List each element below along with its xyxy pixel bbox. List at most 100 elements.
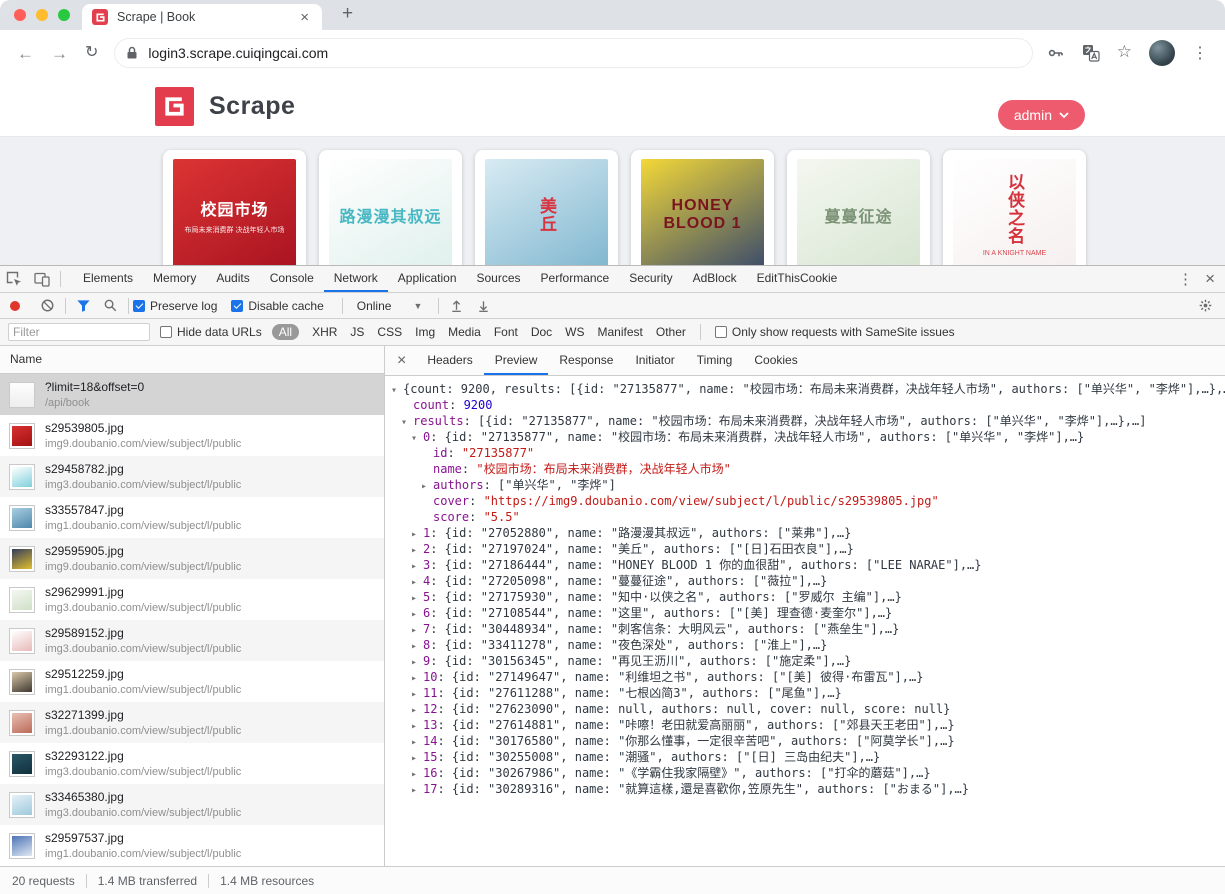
devtools-tab-performance[interactable]: Performance: [531, 266, 620, 292]
tree-toggle-icon[interactable]: ▸: [411, 783, 423, 797]
devtools-tab-elements[interactable]: Elements: [73, 266, 143, 292]
detail-tab-preview[interactable]: Preview: [483, 346, 549, 375]
request-row[interactable]: s29595905.jpg img9.doubanio.com/view/subj…: [0, 538, 384, 579]
tree-toggle-icon[interactable]: ▸: [411, 639, 423, 653]
devtools-tab-network[interactable]: Network: [323, 266, 388, 292]
devtools-menu-icon[interactable]: ⋮: [1178, 266, 1193, 292]
bookmark-star-icon[interactable]: ☆: [1117, 42, 1132, 62]
book-cover-card[interactable]: 校园市场 布局未来消费群 决战年轻人市场: [163, 150, 306, 265]
tree-toggle-icon[interactable]: ▸: [411, 751, 423, 765]
filter-type-js[interactable]: JS: [350, 325, 364, 339]
browser-tab[interactable]: Scrape | Book ×: [82, 4, 322, 30]
filter-type-font[interactable]: Font: [494, 325, 518, 339]
request-row[interactable]: s29629991.jpg img3.doubanio.com/view/subj…: [0, 579, 384, 620]
tree-toggle-icon[interactable]: ▸: [411, 527, 423, 541]
devtools-tab-sources[interactable]: Sources: [467, 266, 531, 292]
close-detail-icon[interactable]: ×: [385, 352, 416, 370]
filter-type-all[interactable]: All: [271, 324, 300, 340]
throttling-dropdown[interactable]: Online ▼: [357, 299, 423, 313]
inspect-element-icon[interactable]: [6, 271, 22, 287]
request-row[interactable]: s33465380.jpg img3.doubanio.com/view/subj…: [0, 784, 384, 825]
record-icon[interactable]: [10, 300, 20, 311]
tree-toggle-icon[interactable]: ▸: [411, 575, 423, 589]
request-row[interactable]: s29597537.jpg img1.doubanio.com/view/subj…: [0, 825, 384, 866]
tree-toggle-icon[interactable]: ▾: [391, 383, 403, 397]
book-cover-card[interactable]: 以侠之名 IN A KNIGHT NAME: [943, 150, 1086, 265]
filter-type-manifest[interactable]: Manifest: [598, 325, 643, 339]
devtools-tab-editthiscookie[interactable]: EditThisCookie: [747, 266, 848, 292]
filter-type-xhr[interactable]: XHR: [312, 325, 337, 339]
filter-funnel-icon[interactable]: [76, 298, 91, 313]
detail-tab-timing[interactable]: Timing: [686, 346, 744, 375]
request-row[interactable]: s29512259.jpg img1.doubanio.com/view/subj…: [0, 661, 384, 702]
maximize-window-button[interactable]: [58, 9, 70, 21]
book-cover-card[interactable]: HONEY BLOOD 1: [631, 150, 774, 265]
brand[interactable]: Scrape: [155, 87, 295, 126]
devtools-tab-memory[interactable]: Memory: [143, 266, 206, 292]
tree-toggle-icon[interactable]: ▸: [411, 671, 423, 685]
tab-close-icon[interactable]: ×: [297, 9, 312, 26]
detail-tab-response[interactable]: Response: [548, 346, 624, 375]
filter-type-ws[interactable]: WS: [565, 325, 584, 339]
request-row[interactable]: s32271399.jpg img1.doubanio.com/view/subj…: [0, 702, 384, 743]
devtools-tab-console[interactable]: Console: [260, 266, 324, 292]
tree-toggle-icon[interactable]: ▸: [411, 655, 423, 669]
tree-toggle-icon[interactable]: ▸: [411, 767, 423, 781]
search-icon[interactable]: [103, 298, 118, 313]
request-row[interactable]: s32293122.jpg img3.doubanio.com/view/subj…: [0, 743, 384, 784]
new-tab-button[interactable]: +: [336, 3, 359, 25]
tree-toggle-icon[interactable]: ▸: [411, 607, 423, 621]
request-row[interactable]: s29458782.jpg img3.doubanio.com/view/subj…: [0, 456, 384, 497]
book-cover-card[interactable]: 路漫漫其叔远: [319, 150, 462, 265]
devtools-close-icon[interactable]: ×: [1205, 266, 1215, 292]
tree-toggle-icon[interactable]: ▾: [411, 431, 423, 445]
filter-input[interactable]: [8, 323, 150, 341]
book-cover-card[interactable]: 蔓蔓征途: [787, 150, 930, 265]
profile-avatar[interactable]: [1149, 40, 1175, 66]
request-row[interactable]: ?limit=18&offset=0/api/book: [0, 374, 384, 415]
samesite-checkbox[interactable]: Only show requests with SameSite issues: [714, 325, 955, 339]
tree-toggle-icon[interactable]: ▸: [411, 719, 423, 733]
filter-type-img[interactable]: Img: [415, 325, 435, 339]
forward-icon[interactable]: →: [51, 45, 68, 62]
filter-type-doc[interactable]: Doc: [531, 325, 552, 339]
devtools-tab-application[interactable]: Application: [388, 266, 467, 292]
request-row[interactable]: s29539805.jpg img9.doubanio.com/view/subj…: [0, 415, 384, 456]
detail-tab-cookies[interactable]: Cookies: [743, 346, 808, 375]
filter-type-other[interactable]: Other: [656, 325, 686, 339]
tree-toggle-icon[interactable]: ▸: [411, 543, 423, 557]
tree-toggle-icon[interactable]: ▸: [411, 559, 423, 573]
request-row[interactable]: s29589152.jpg img3.doubanio.com/view/subj…: [0, 620, 384, 661]
tree-toggle-icon[interactable]: ▸: [421, 479, 433, 493]
book-cover-card[interactable]: 美丘: [475, 150, 618, 265]
filter-type-media[interactable]: Media: [448, 325, 481, 339]
settings-gear-icon[interactable]: [1198, 298, 1213, 313]
preserve-log-checkbox[interactable]: Preserve log: [133, 299, 217, 313]
requests-column-header[interactable]: Name: [0, 346, 384, 374]
reload-icon[interactable]: ↻: [85, 45, 98, 61]
browser-menu-icon[interactable]: ⋮: [1192, 43, 1208, 63]
tree-toggle-icon[interactable]: ▾: [401, 415, 413, 429]
detail-tab-headers[interactable]: Headers: [416, 346, 483, 375]
key-icon[interactable]: [1047, 44, 1065, 62]
devtools-tab-adblock[interactable]: AdBlock: [683, 266, 747, 292]
disable-cache-checkbox[interactable]: Disable cache: [231, 299, 324, 313]
devtools-tab-security[interactable]: Security: [619, 266, 682, 292]
tree-toggle-icon[interactable]: ▸: [411, 703, 423, 717]
translate-icon[interactable]: [1082, 44, 1100, 62]
tree-toggle-icon[interactable]: ▸: [411, 623, 423, 637]
import-har-icon[interactable]: [449, 298, 464, 313]
request-row[interactable]: s33557847.jpg img1.doubanio.com/view/subj…: [0, 497, 384, 538]
back-icon[interactable]: ←: [17, 45, 34, 62]
tree-toggle-icon[interactable]: ▸: [411, 591, 423, 605]
admin-menu-button[interactable]: admin: [997, 100, 1085, 130]
close-window-button[interactable]: [14, 9, 26, 21]
tree-toggle-icon[interactable]: ▸: [411, 687, 423, 701]
export-har-icon[interactable]: [476, 298, 491, 313]
devtools-tab-audits[interactable]: Audits: [206, 266, 259, 292]
device-toolbar-icon[interactable]: [34, 271, 50, 287]
detail-tab-initiator[interactable]: Initiator: [624, 346, 685, 375]
minimize-window-button[interactable]: [36, 9, 48, 21]
filter-type-css[interactable]: CSS: [377, 325, 402, 339]
hide-data-urls-checkbox[interactable]: Hide data URLs: [160, 325, 262, 339]
